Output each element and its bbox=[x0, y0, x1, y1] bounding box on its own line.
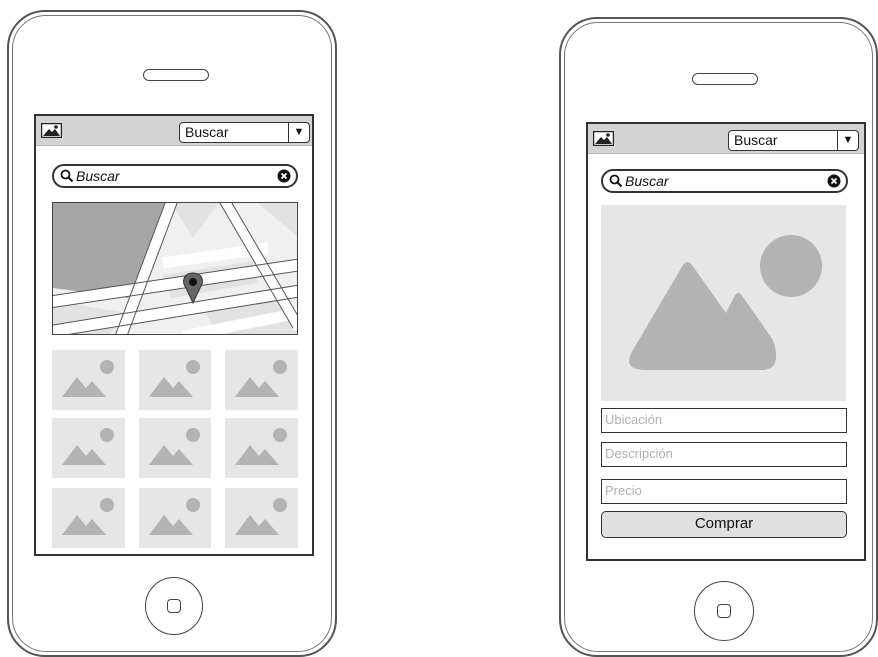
top-toolbar: Buscar ▼ bbox=[588, 124, 864, 154]
dropdown-value: Buscar bbox=[185, 124, 229, 140]
map-image bbox=[53, 203, 297, 334]
home-square-icon bbox=[167, 599, 181, 613]
search-icon bbox=[609, 174, 623, 188]
dropdown-value: Buscar bbox=[734, 132, 778, 148]
image-icon bbox=[41, 123, 62, 138]
image-placeholder[interactable] bbox=[52, 350, 125, 410]
search-text: Buscar bbox=[76, 168, 120, 184]
product-image-placeholder bbox=[601, 205, 846, 401]
screen-right: Buscar ▼ Buscar Ubicación Descripción Pr… bbox=[586, 122, 866, 561]
image-placeholder[interactable] bbox=[225, 350, 298, 410]
map-view[interactable] bbox=[52, 202, 298, 335]
image-placeholder[interactable] bbox=[52, 418, 125, 478]
price-field[interactable]: Precio bbox=[601, 479, 847, 504]
image-placeholder[interactable] bbox=[52, 488, 125, 548]
location-placeholder: Ubicación bbox=[605, 412, 663, 427]
buy-label: Comprar bbox=[694, 515, 754, 532]
phone-frame-left: Buscar ▼ Buscar bbox=[7, 10, 337, 657]
home-button-left[interactable] bbox=[145, 577, 203, 635]
search-icon bbox=[60, 169, 74, 183]
chevron-down-icon[interactable]: ▼ bbox=[288, 123, 309, 142]
chevron-down-icon[interactable]: ▼ bbox=[837, 131, 858, 150]
speaker-grille-right bbox=[692, 73, 758, 85]
phone-frame-right: Buscar ▼ Buscar Ubicación Descripción Pr… bbox=[559, 17, 878, 657]
search-input[interactable]: Buscar bbox=[601, 169, 848, 193]
image-placeholder[interactable] bbox=[225, 418, 298, 478]
location-field[interactable]: Ubicación bbox=[601, 408, 847, 433]
search-input[interactable]: Buscar bbox=[52, 164, 298, 188]
description-field[interactable]: Descripción bbox=[601, 442, 847, 467]
image-placeholder[interactable] bbox=[225, 488, 298, 548]
top-toolbar: Buscar ▼ bbox=[36, 116, 312, 146]
screen-left: Buscar ▼ Buscar bbox=[34, 114, 314, 556]
home-square-icon bbox=[717, 604, 731, 618]
search-dropdown[interactable]: Buscar ▼ bbox=[728, 130, 859, 151]
search-text: Buscar bbox=[625, 173, 669, 189]
clear-icon[interactable] bbox=[827, 174, 841, 188]
price-placeholder: Precio bbox=[605, 483, 642, 498]
image-placeholder[interactable] bbox=[139, 350, 211, 410]
image-icon bbox=[629, 235, 822, 370]
search-dropdown[interactable]: Buscar ▼ bbox=[179, 122, 310, 143]
home-button-right[interactable] bbox=[694, 581, 754, 641]
description-placeholder: Descripción bbox=[605, 446, 673, 461]
clear-icon[interactable] bbox=[277, 169, 291, 183]
image-icon bbox=[593, 131, 614, 146]
speaker-grille-left bbox=[143, 69, 209, 81]
buy-button[interactable]: Comprar bbox=[601, 511, 847, 538]
image-placeholder[interactable] bbox=[139, 418, 211, 478]
image-placeholder[interactable] bbox=[139, 488, 211, 548]
